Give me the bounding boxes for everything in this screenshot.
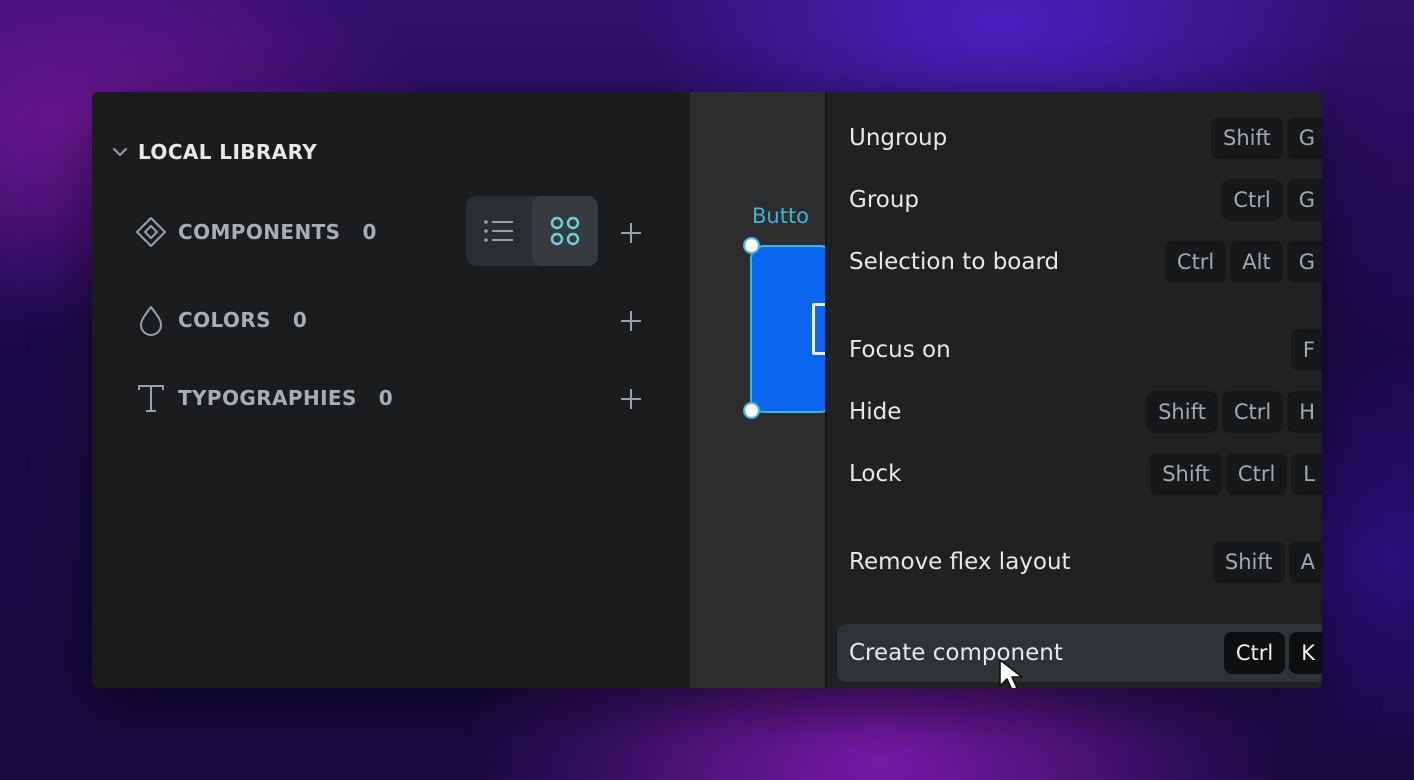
menu-item-label: Remove flex layout	[849, 549, 1071, 575]
shortcut-key: Ctrl	[1164, 241, 1227, 283]
typographies-count: 0	[378, 386, 393, 410]
menu-item-label: Group	[849, 187, 920, 213]
shortcut-key: G	[1286, 241, 1322, 283]
mouse-cursor-icon	[999, 659, 1023, 688]
shortcut-keys: Ctrl G	[1221, 179, 1322, 221]
selected-button-element[interactable]	[750, 245, 834, 413]
shortcut-key: Shift	[1210, 117, 1283, 159]
shortcut-key: G	[1286, 179, 1322, 221]
grid-view-button[interactable]	[532, 196, 598, 266]
menu-item-hide[interactable]: Hide Shift Ctrl H	[837, 386, 1322, 438]
shortcut-keys: Shift Ctrl H	[1146, 391, 1322, 433]
typographies-label: TYPOGRAPHIES	[178, 386, 357, 410]
colors-row[interactable]: COLORS 0	[134, 300, 307, 340]
chevron-down-icon	[113, 148, 127, 156]
plus-icon	[621, 311, 641, 331]
shortcut-key: Ctrl	[1221, 391, 1284, 433]
colors-label: COLORS	[178, 308, 271, 332]
menu-item-label: Focus on	[849, 337, 951, 363]
shortcut-key: Ctrl	[1225, 453, 1288, 495]
grid-view-icon	[550, 216, 580, 246]
element-name-label[interactable]: Butto	[752, 204, 809, 228]
shortcut-keys: Shift G	[1210, 117, 1322, 159]
shortcut-key: K	[1289, 632, 1322, 674]
component-icon	[134, 215, 168, 249]
menu-item-group[interactable]: Group Ctrl G	[837, 174, 1322, 226]
shortcut-keys: Shift Ctrl L	[1150, 453, 1322, 495]
shortcut-keys: Shift A	[1212, 541, 1322, 583]
components-count: 0	[362, 220, 377, 244]
menu-item-label: Ungroup	[849, 125, 948, 151]
menu-item-label: Selection to board	[849, 249, 1060, 275]
plus-icon	[621, 223, 641, 243]
resize-handle-bottom-left[interactable]	[743, 402, 760, 419]
shortcut-key: G	[1286, 117, 1322, 159]
add-color-button[interactable]	[616, 306, 646, 336]
shortcut-key: Shift	[1212, 541, 1285, 583]
design-canvas[interactable]: Butto	[690, 92, 834, 688]
shortcut-key: Ctrl	[1221, 179, 1283, 221]
menu-item-label: Hide	[849, 399, 902, 425]
plus-icon	[621, 389, 641, 409]
menu-item-focus-on[interactable]: Focus on F	[837, 324, 1322, 376]
resize-handle-top-left[interactable]	[743, 237, 760, 254]
local-library-title: LOCAL LIBRARY	[138, 140, 318, 164]
add-component-button[interactable]	[616, 218, 646, 248]
context-menu: Ungroup Shift G Group Ctrl G Selection t…	[825, 92, 1322, 688]
typographies-row[interactable]: TYPOGRAPHIES 0	[134, 378, 393, 418]
assets-sidebar: LOCAL LIBRARY COMPONENTS 0 COLORS 0 TYPO…	[92, 92, 690, 688]
menu-item-label: Create component	[849, 640, 1063, 666]
shortcut-key: Ctrl	[1223, 632, 1286, 674]
shortcut-keys: Ctrl Alt G	[1164, 241, 1322, 283]
local-library-header[interactable]: LOCAL LIBRARY	[110, 138, 317, 166]
shortcut-key: Shift	[1150, 453, 1222, 495]
list-view-button[interactable]	[466, 196, 532, 266]
view-toggle	[466, 196, 598, 266]
menu-item-lock[interactable]: Lock Shift Ctrl L	[837, 448, 1322, 500]
list-view-icon	[484, 220, 513, 242]
menu-item-remove-flex-layout[interactable]: Remove flex layout Shift A	[837, 536, 1322, 588]
components-label: COMPONENTS	[178, 220, 341, 244]
colors-count: 0	[292, 308, 307, 332]
shortcut-keys: F	[1290, 329, 1322, 371]
menu-item-ungroup[interactable]: Ungroup Shift G	[837, 112, 1322, 164]
menu-item-label: Lock	[849, 461, 902, 487]
add-typography-button[interactable]	[616, 384, 646, 414]
shortcut-keys: Ctrl K	[1223, 632, 1322, 674]
shortcut-key: L	[1291, 453, 1322, 495]
menu-item-selection-to-board[interactable]: Selection to board Ctrl Alt G	[837, 236, 1322, 288]
shortcut-key: Alt	[1230, 241, 1283, 283]
app-window: LOCAL LIBRARY COMPONENTS 0 COLORS 0 TYPO…	[92, 92, 1322, 688]
drop-icon	[134, 303, 168, 337]
shortcut-key: H	[1287, 391, 1322, 433]
shortcut-key: F	[1290, 329, 1322, 371]
shortcut-key: Shift	[1146, 391, 1218, 433]
components-row[interactable]: COMPONENTS 0	[134, 212, 376, 252]
menu-item-create-component[interactable]: Create component Ctrl K	[837, 624, 1322, 682]
text-icon	[134, 381, 168, 415]
shortcut-key: A	[1288, 541, 1322, 583]
